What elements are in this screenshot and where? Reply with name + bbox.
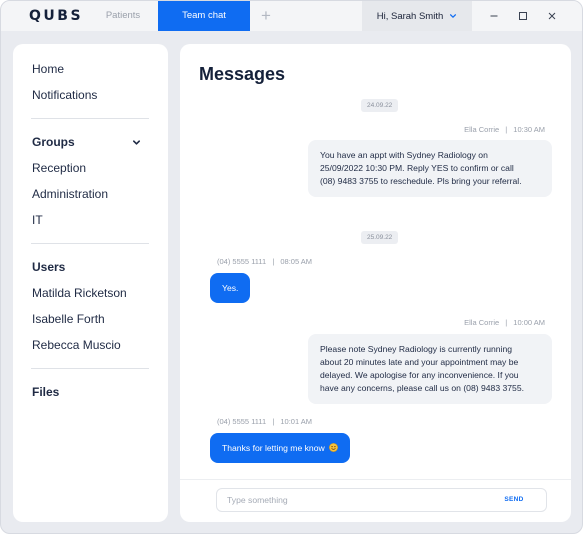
meta-separator: | <box>505 125 508 134</box>
title-bar: QUBS Patients Team chat + Hi, Sarah Smit… <box>1 1 582 31</box>
page-title: Messages <box>199 64 286 84</box>
sidebar-item-matilda-ricketson[interactable]: Matilda Ricketson <box>32 286 127 300</box>
chevron-down-icon[interactable] <box>132 138 141 147</box>
maximize-button[interactable] <box>508 1 538 31</box>
tab-team-chat[interactable]: Team chat <box>158 1 250 31</box>
date-separator: 25.09.22 <box>361 231 399 244</box>
message-meta: Ella Corrie | 10:30 AM <box>464 125 545 134</box>
message-sender: Ella Corrie <box>464 318 500 327</box>
files-header[interactable]: Files <box>32 385 59 399</box>
message-line: Please note Sydney Radiology is currentl… <box>320 344 513 354</box>
message-line: 25/09/2022 10:30 PM. Reply YES to confir… <box>320 163 514 173</box>
message-bubble-outgoing: Yes. <box>210 273 251 303</box>
message-meta: (04) 5555 1111 | 08:05 AM <box>217 257 312 266</box>
sidebar-item-rebecca-muscio[interactable]: Rebecca Muscio <box>32 338 121 352</box>
maximize-icon <box>519 12 527 20</box>
message-time: 10:00 AM <box>513 318 545 327</box>
message-bubble-incoming: Please note Sydney Radiology is currentl… <box>308 334 552 404</box>
add-tab-button[interactable]: + <box>257 1 275 31</box>
sidebar-item-it[interactable]: IT <box>32 213 43 227</box>
sidebar-item-administration[interactable]: Administration <box>32 187 108 201</box>
message-line: delayed. We apologise for any inconvenie… <box>320 370 519 380</box>
sidebar-item-reception[interactable]: Reception <box>32 161 86 175</box>
message-sender: Ella Corrie <box>464 125 500 134</box>
minimize-icon <box>490 15 498 17</box>
message-text: Yes. <box>222 283 239 293</box>
sidebar-divider <box>31 368 149 369</box>
plus-icon: + <box>261 6 271 25</box>
composer-divider <box>180 479 571 480</box>
message-time: 10:01 AM <box>280 417 313 426</box>
message-line: (08) 9483 3755 to reschedule. Pls bring … <box>320 176 522 186</box>
message-line: about 20 minutes late and your appointme… <box>320 357 519 367</box>
close-button[interactable] <box>537 1 567 31</box>
sidebar: Home Notifications Groups Reception Admi… <box>13 44 168 522</box>
message-bubble-incoming: You have an appt with Sydney Radiology o… <box>308 140 552 197</box>
meta-separator: | <box>272 257 275 266</box>
message-time: 10:30 AM <box>513 125 545 134</box>
sidebar-item-isabelle-forth[interactable]: Isabelle Forth <box>32 312 105 326</box>
message-sender: (04) 5555 1111 <box>217 257 267 266</box>
minimize-button[interactable] <box>479 1 509 31</box>
meta-separator: | <box>272 417 275 426</box>
date-separator: 24.09.22 <box>361 99 399 112</box>
app-window: QUBS Patients Team chat + Hi, Sarah Smit… <box>0 0 583 534</box>
users-header[interactable]: Users <box>32 260 65 274</box>
message-sender: (04) 5555 1111 <box>217 417 267 426</box>
sidebar-divider <box>31 243 149 244</box>
app-logo: QUBS <box>29 8 84 24</box>
sidebar-item-home[interactable]: Home <box>32 62 64 76</box>
message-input[interactable] <box>227 492 487 508</box>
smiley-emoji-icon <box>329 443 339 452</box>
groups-header[interactable]: Groups <box>32 135 75 149</box>
message-bubble-outgoing: Thanks for letting me know <box>210 433 351 463</box>
user-menu[interactable]: Hi, Sarah Smith <box>362 1 472 31</box>
sidebar-item-notifications[interactable]: Notifications <box>32 88 97 102</box>
chevron-down-icon <box>450 14 457 18</box>
messages-panel: Messages 24.09.22 Ella Corrie | 10:30 AM… <box>180 44 571 522</box>
message-time: 08:05 AM <box>280 257 313 266</box>
user-greeting: Hi, Sarah Smith <box>376 10 444 22</box>
message-meta: Ella Corrie | 10:00 AM <box>464 318 545 327</box>
message-meta: (04) 5555 1111 | 10:01 AM <box>217 417 312 426</box>
sidebar-divider <box>31 118 149 119</box>
message-composer: SEND <box>216 488 547 512</box>
message-line: have any concerns, please call us on (08… <box>320 383 524 393</box>
tab-patients[interactable]: Patients <box>93 1 153 31</box>
close-icon <box>548 12 556 20</box>
send-button[interactable]: SEND <box>499 493 529 507</box>
message-line: You have an appt with Sydney Radiology o… <box>320 150 488 160</box>
meta-separator: | <box>505 318 508 327</box>
message-text: Thanks for letting me know <box>222 443 325 453</box>
